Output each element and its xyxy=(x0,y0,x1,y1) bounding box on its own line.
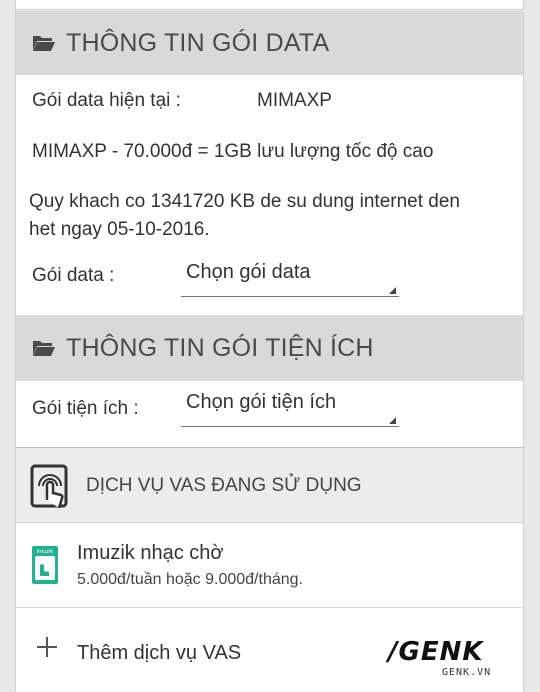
previous-card-edge xyxy=(15,0,524,10)
plus-icon xyxy=(36,636,58,658)
dropdown-caret-icon xyxy=(389,287,396,294)
data-select-value: Chọn gói data xyxy=(186,261,311,283)
watermark-url: GENK.VN xyxy=(442,667,492,678)
data-section-header: THÔNG TIN GÓI DATA xyxy=(15,11,524,75)
balance-line-1: Quy khach co 1341720 KB de su dung inter… xyxy=(29,191,460,212)
vas-section-title: DỊCH VỤ VAS ĐANG SỬ DỤNG xyxy=(86,475,362,496)
utility-section-body: Gói tiện ích : Chọn gói tiện ích xyxy=(15,381,524,447)
imuzik-icon-text: Imuzik xyxy=(37,549,54,555)
data-section-body: Gói data hiện tại : MIMAXP MIMAXP - 70.0… xyxy=(15,75,524,315)
vas-item-imuzik[interactable]: Imuzik Imuzik nhạc chờ 5.000đ/tuần hoặc … xyxy=(15,523,524,608)
utility-section-header: THÔNG TIN GÓI TIỆN ÍCH xyxy=(15,315,524,381)
folder-open-icon xyxy=(33,36,55,51)
watermark-logo: /GENK xyxy=(388,637,484,667)
data-select-label: Gói data : xyxy=(32,265,115,286)
folder-open-icon xyxy=(33,341,55,356)
current-package-label: Gói data hiện tại : xyxy=(32,90,181,111)
package-description: MIMAXP - 70.000đ = 1GB lưu lượng tốc độ … xyxy=(32,141,434,162)
current-package-value: MIMAXP xyxy=(257,90,332,111)
add-vas-label: Thêm dịch vụ VAS xyxy=(77,642,242,664)
utility-select-value: Chọn gói tiện ích xyxy=(186,391,337,413)
data-section-title: THÔNG TIN GÓI DATA xyxy=(66,28,330,57)
utility-section-title: THÔNG TIN GÓI TIỆN ÍCH xyxy=(66,333,374,362)
utility-select-label: Gói tiện ích : xyxy=(32,398,139,419)
balance-line-2: het ngay 05-10-2016. xyxy=(29,219,210,240)
vas-item-name: Imuzik nhạc chờ xyxy=(77,542,224,564)
utility-package-select[interactable]: Chọn gói tiện ích xyxy=(181,387,399,427)
dropdown-caret-icon xyxy=(389,417,396,424)
genk-watermark: /GENK GENK.VN xyxy=(388,637,518,678)
touch-hand-icon xyxy=(30,464,68,508)
vas-item-price: 5.000đ/tuần hoặc 9.000đ/tháng. xyxy=(77,571,303,588)
vas-section-header: DỊCH VỤ VAS ĐANG SỬ DỤNG xyxy=(15,447,524,523)
data-package-select[interactable]: Chọn gói data xyxy=(181,257,399,297)
imuzik-app-icon: Imuzik xyxy=(32,546,58,584)
